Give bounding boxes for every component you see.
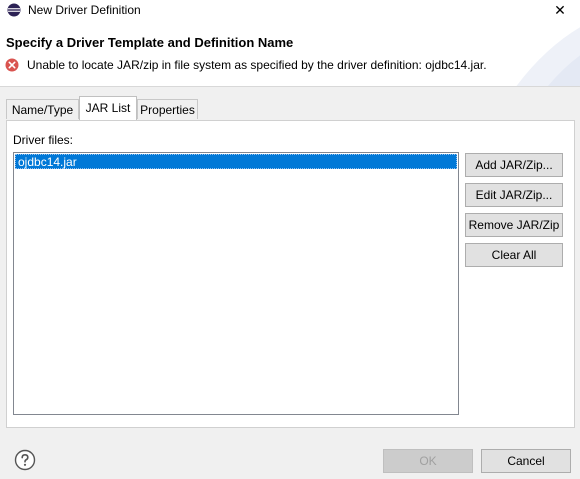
tab-name-type[interactable]: Name/Type [6,99,79,119]
tab-jar-list[interactable]: JAR List [79,96,137,120]
list-item[interactable]: ojdbc14.jar [15,154,457,169]
error-icon [5,58,19,72]
ok-button[interactable]: OK [383,449,473,473]
driver-files-label: Driver files: [13,133,74,147]
eclipse-icon [7,3,21,17]
header-decoration [516,27,580,86]
cancel-button[interactable]: Cancel [481,449,571,473]
add-jar-button[interactable]: Add JAR/Zip... [465,153,563,177]
tab-properties[interactable]: Properties [137,99,198,119]
driver-files-list[interactable]: ojdbc14.jar [13,152,459,415]
close-icon[interactable]: ✕ [548,0,572,20]
help-icon[interactable] [14,449,36,471]
page-title: Specify a Driver Template and Definition… [6,35,294,50]
error-message: Unable to locate JAR/zip in file system … [27,58,487,72]
remove-jar-button[interactable]: Remove JAR/Zip [465,213,563,237]
window-title: New Driver Definition [28,3,141,17]
clear-all-button[interactable]: Clear All [465,243,563,267]
edit-jar-button[interactable]: Edit JAR/Zip... [465,183,563,207]
dialog-header: Specify a Driver Template and Definition… [0,20,580,87]
title-bar: New Driver Definition ✕ [0,0,580,20]
